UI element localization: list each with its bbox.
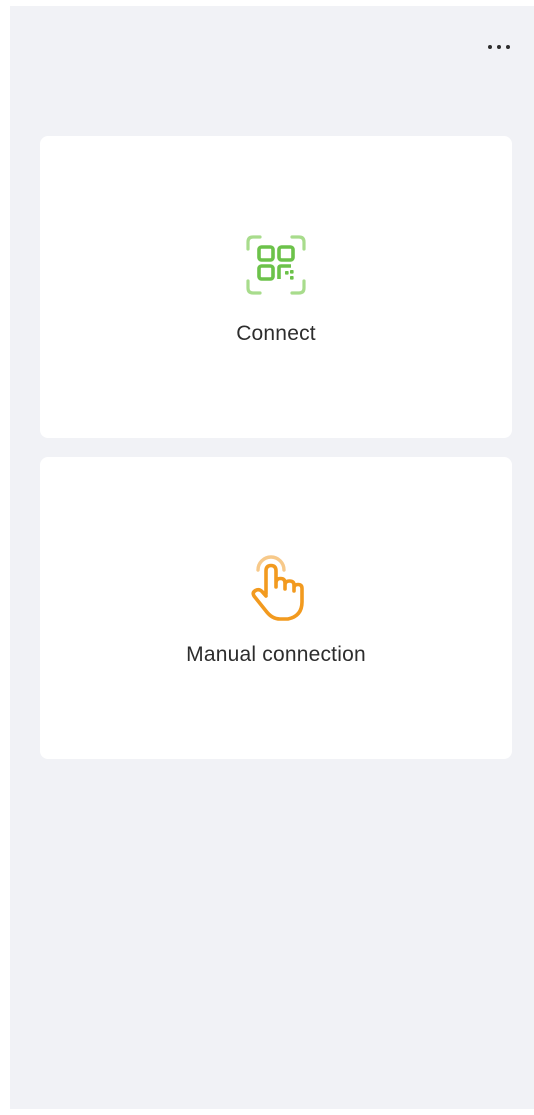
qr-scan-icon [246, 235, 306, 295]
more-dot-icon [488, 45, 492, 49]
manual-connection-card[interactable]: Manual connection [40, 457, 512, 759]
more-dot-icon [497, 45, 501, 49]
hand-tap-icon [251, 555, 304, 621]
manual-connection-label: Manual connection [186, 643, 366, 666]
connect-card[interactable]: Connect [40, 136, 512, 438]
more-dot-icon [506, 45, 510, 49]
screen: Connect Manual connection [10, 6, 534, 1109]
more-options-button[interactable] [482, 32, 516, 62]
connect-label: Connect [236, 322, 316, 345]
